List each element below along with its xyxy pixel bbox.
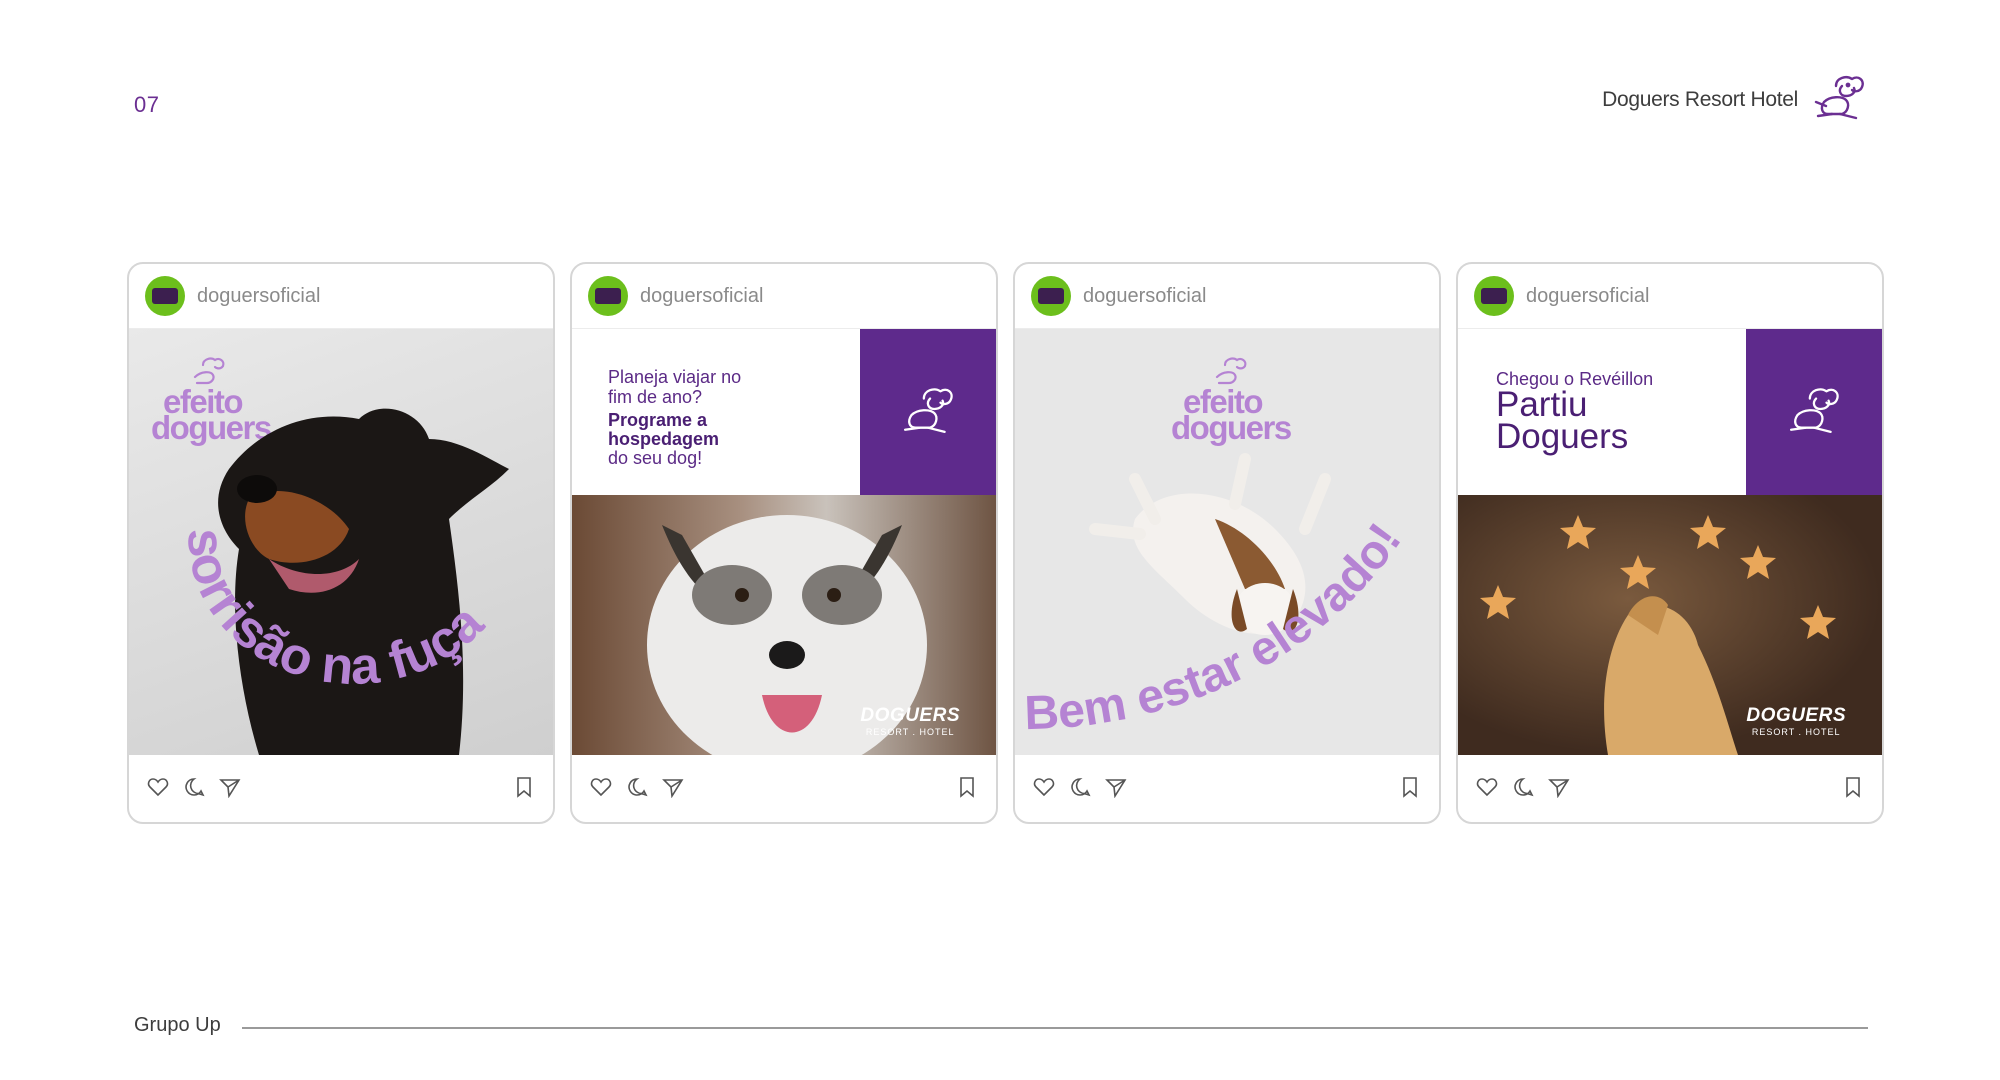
post-image: Chegou o Revéillon Partiu Doguers DOGUER… xyxy=(1458,329,1882,755)
dog-photo: DOGUERS RESORT . HOTEL xyxy=(1458,495,1882,755)
bookmark-icon[interactable] xyxy=(1399,776,1421,798)
share-icon[interactable] xyxy=(1548,776,1570,799)
post-image: efeito doguers sorrisão na fuça xyxy=(129,329,553,755)
post-card-4[interactable]: doguersoficial Chegou o Revéillon Partiu… xyxy=(1456,262,1884,824)
post-actions xyxy=(1458,755,1882,819)
heart-icon[interactable] xyxy=(1033,776,1055,798)
post-image: Planeja viajar no fim de ano? Programe a… xyxy=(572,329,996,755)
footer-label: Grupo Up xyxy=(134,1014,221,1036)
heart-icon[interactable] xyxy=(147,776,169,798)
comment-icon[interactable] xyxy=(1512,776,1534,798)
post-card-2[interactable]: doguersoficial Planeja viajar no fim de … xyxy=(570,262,998,824)
dog-logo-icon xyxy=(1812,72,1868,127)
bookmark-icon[interactable] xyxy=(513,776,535,798)
username[interactable]: doguersoficial xyxy=(1526,285,1649,308)
username[interactable]: doguersoficial xyxy=(197,285,320,308)
post-header: doguersoficial xyxy=(1458,264,1882,329)
heart-icon[interactable] xyxy=(590,776,612,798)
post-card-3[interactable]: doguersoficial efeito doguers Bem estar … xyxy=(1013,262,1441,824)
comment-icon[interactable] xyxy=(183,776,205,798)
post-actions xyxy=(572,755,996,819)
avatar[interactable] xyxy=(588,276,628,316)
brand-name: Doguers Resort Hotel xyxy=(1602,87,1798,111)
heart-icon[interactable] xyxy=(1476,776,1498,798)
share-icon[interactable] xyxy=(662,776,684,799)
post-text-big: Partiu Doguers xyxy=(1496,385,1629,456)
share-icon[interactable] xyxy=(219,776,241,799)
post-header: doguersoficial xyxy=(572,264,996,329)
avatar[interactable] xyxy=(1474,276,1514,316)
curved-slogan: Bem estar elevado! xyxy=(1023,514,1411,740)
svg-text:Bem estar elevado!: Bem estar elevado! xyxy=(1023,514,1411,740)
post-image: efeito doguers Bem estar elevado! xyxy=(1015,329,1439,755)
post-actions xyxy=(1015,755,1439,819)
dog-logo-icon xyxy=(1784,384,1844,441)
avatar[interactable] xyxy=(145,276,185,316)
post-text-tail: do seu dog! xyxy=(608,448,703,468)
post-header: doguersoficial xyxy=(1015,264,1439,329)
comment-icon[interactable] xyxy=(626,776,648,798)
page-number: 07 xyxy=(134,92,160,117)
post-text-intro: Planeja viajar no fim de ano? xyxy=(608,367,742,407)
bookmark-icon[interactable] xyxy=(956,776,978,798)
share-icon[interactable] xyxy=(1105,776,1127,799)
footer-divider xyxy=(242,1027,1868,1029)
curved-slogan: sorrisão na fuça xyxy=(176,527,495,696)
avatar[interactable] xyxy=(1031,276,1071,316)
brand-block xyxy=(1746,329,1882,495)
dog-logo-icon xyxy=(898,384,958,441)
watermark: DOGUERS RESORT . HOTEL xyxy=(860,705,960,737)
bookmark-icon[interactable] xyxy=(1842,776,1864,798)
brand-header: Doguers Resort Hotel xyxy=(1602,72,1868,127)
watermark: DOGUERS RESORT . HOTEL xyxy=(1746,705,1846,737)
dog-photo: DOGUERS RESORT . HOTEL xyxy=(572,495,996,755)
svg-text:sorrisão na fuça: sorrisão na fuça xyxy=(176,527,495,696)
comment-icon[interactable] xyxy=(1069,776,1091,798)
username[interactable]: doguersoficial xyxy=(1083,285,1206,308)
post-card-1[interactable]: doguersoficial efeito doguers sorrisão n… xyxy=(127,262,555,824)
post-header: doguersoficial xyxy=(129,264,553,329)
post-actions xyxy=(129,755,553,819)
brand-block xyxy=(860,329,996,495)
username[interactable]: doguersoficial xyxy=(640,285,763,308)
post-text-bold: Programe a hospedagem xyxy=(608,410,720,449)
